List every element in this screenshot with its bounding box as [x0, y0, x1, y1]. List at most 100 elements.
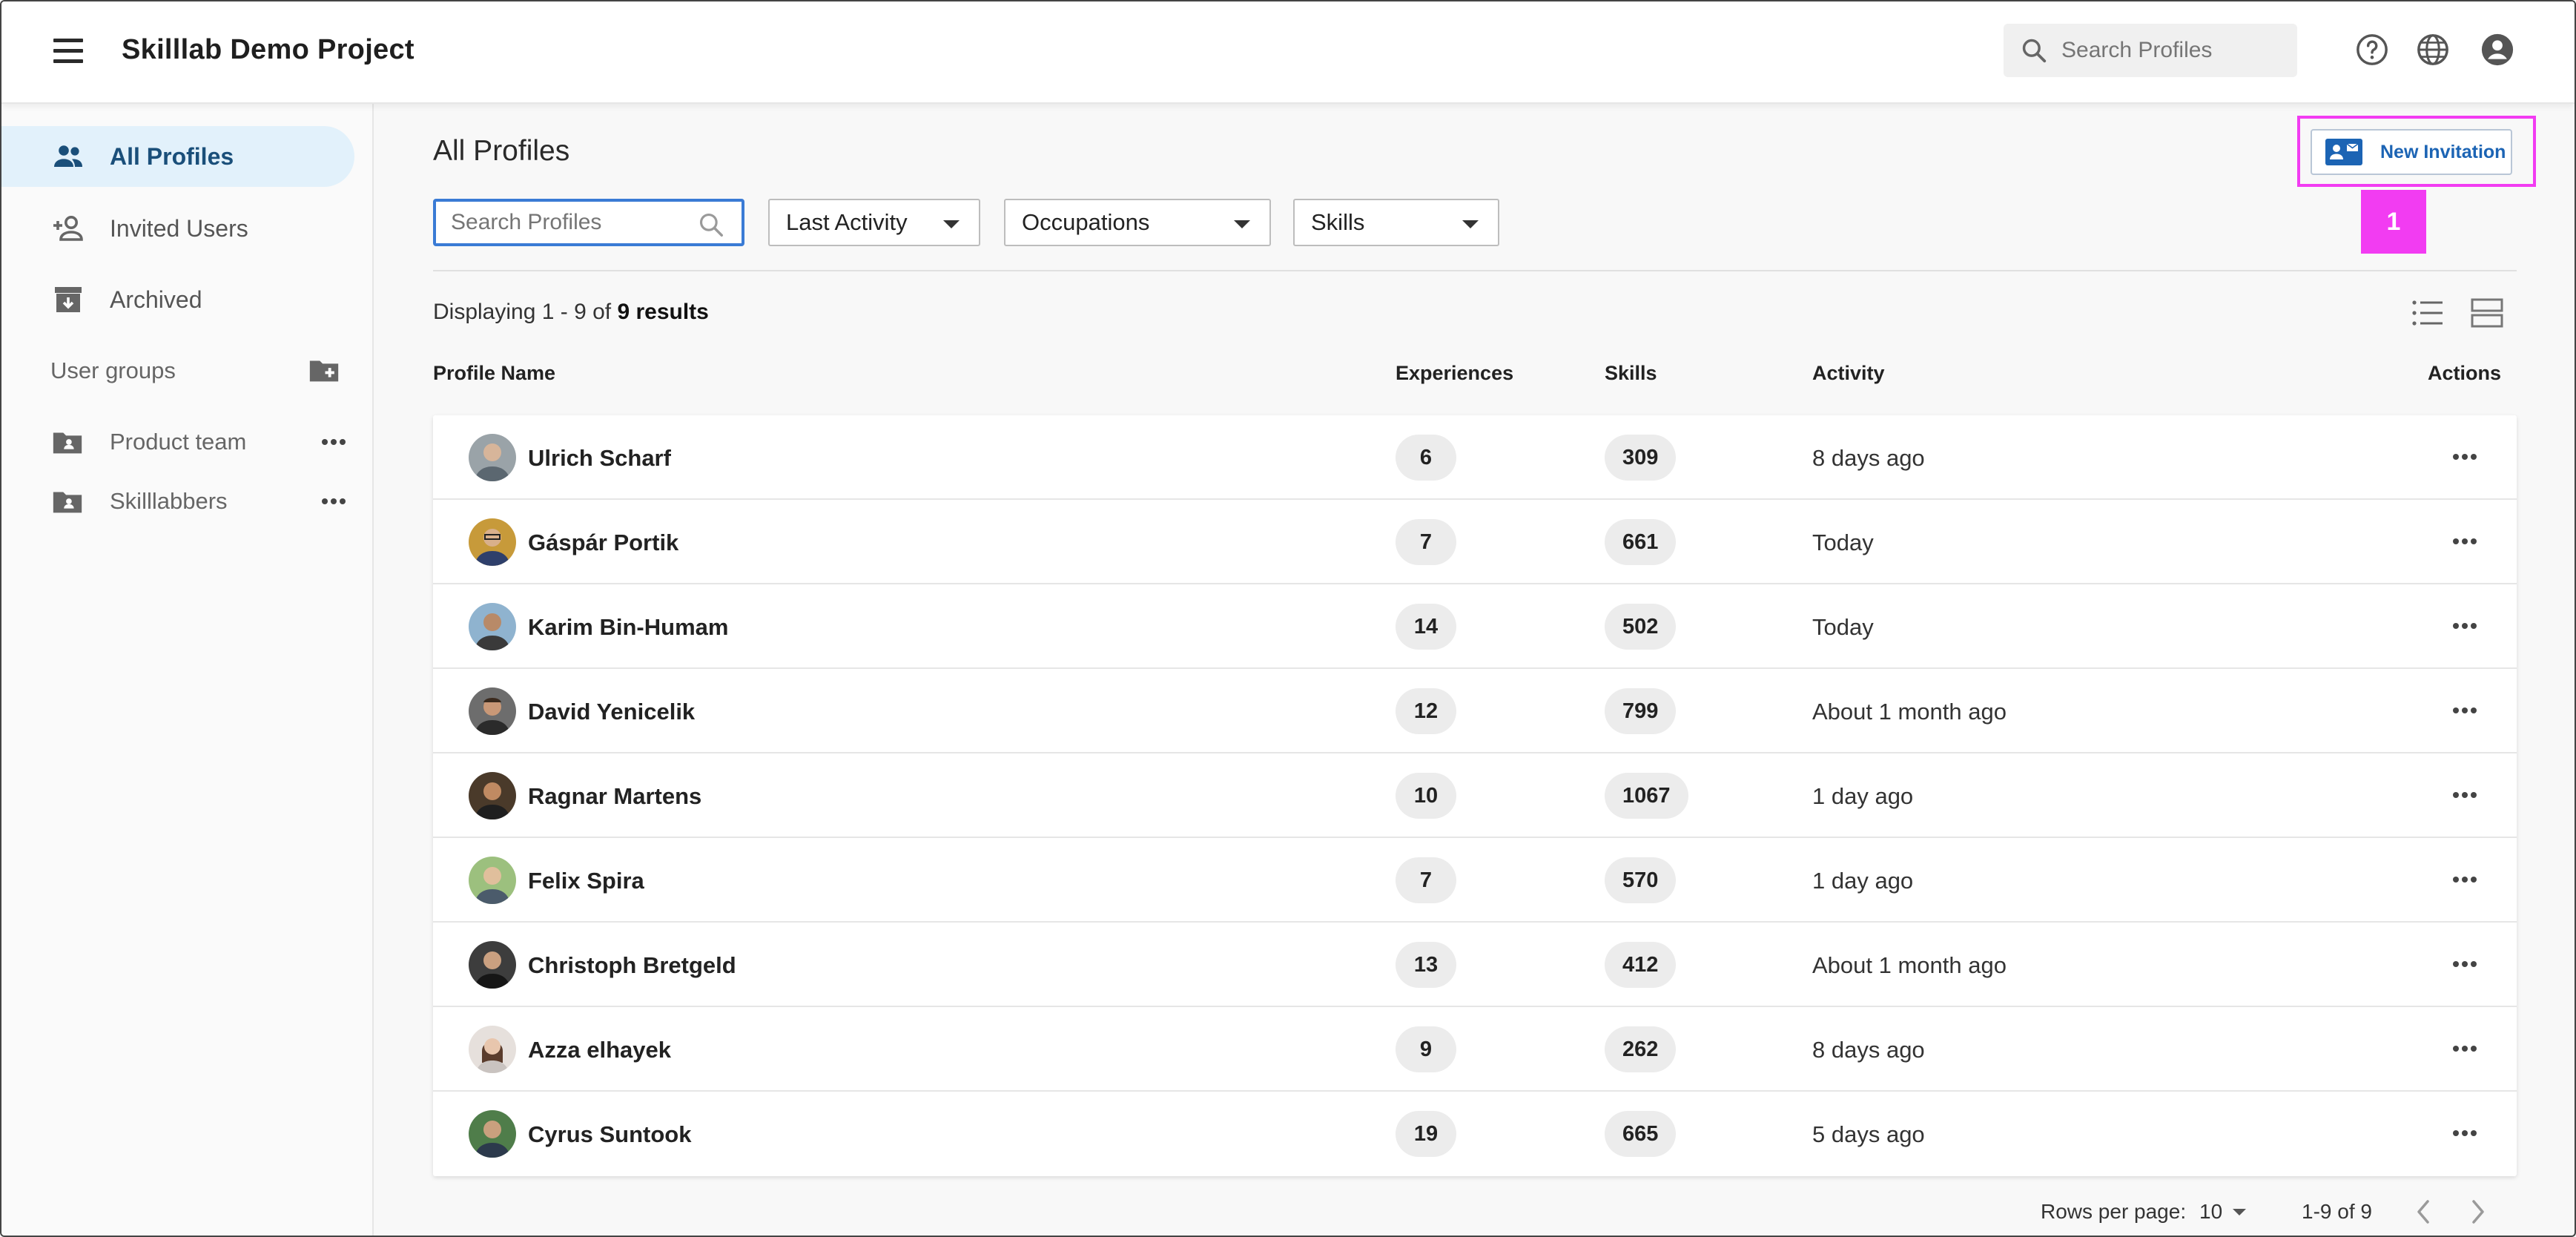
table-row[interactable]: Karim Bin-Humam 14 502 Today: [433, 584, 2517, 669]
profile-name[interactable]: Christoph Bretgeld: [528, 952, 736, 979]
profiles-table: Ulrich Scharf 6 309 8 days ago Gáspár Po…: [433, 415, 2517, 1176]
table-row[interactable]: Felix Spira 7 570 1 day ago: [433, 838, 2517, 923]
last-activity: Today: [1812, 530, 1874, 555]
profile-search-input[interactable]: [451, 210, 688, 235]
sort-dropdown[interactable]: Last Activity: [768, 199, 980, 246]
profile-name[interactable]: Felix Spira: [528, 868, 644, 894]
skills-count: 412: [1605, 942, 1677, 988]
last-activity: 1 day ago: [1812, 783, 1914, 809]
experiences-count: 7: [1396, 519, 1456, 565]
top-app-bar: Skilllab Demo Project: [1, 1, 2575, 104]
chevron-down-icon: [1462, 220, 1479, 228]
table-row[interactable]: Cyrus Suntook 19 665 5 days ago: [433, 1092, 2517, 1176]
profile-name[interactable]: Gáspár Portik: [528, 530, 678, 556]
last-activity: 8 days ago: [1812, 1037, 1925, 1063]
group-item-product-team[interactable]: Product team: [50, 420, 347, 464]
table-row[interactable]: Ulrich Scharf 6 309 8 days ago: [433, 415, 2517, 500]
column-header-profile-name[interactable]: Profile Name: [433, 362, 555, 385]
more-horizontal-icon[interactable]: [2451, 1043, 2478, 1055]
rows-per-page-label: Rows per page:: [2041, 1200, 2187, 1223]
account-circle-icon[interactable]: [2480, 33, 2514, 67]
results-count: 9 results: [617, 300, 709, 324]
search-icon: [2022, 39, 2047, 63]
skills-dropdown-value: Skills: [1311, 209, 1365, 235]
profile-name[interactable]: Azza elhayek: [528, 1037, 671, 1063]
folder-shared-icon: [53, 492, 82, 513]
skills-count: 570: [1605, 857, 1677, 903]
last-activity: About 1 month ago: [1812, 699, 2007, 725]
app-window: Skilllab Demo Project All Profiles Invit…: [0, 0, 2576, 1237]
card-view-icon[interactable]: [2471, 298, 2503, 328]
new-invitation-button[interactable]: New Invitation: [2311, 129, 2512, 175]
table-row[interactable]: David Yenicelik 12 799 About 1 month ago: [433, 669, 2517, 753]
help-icon[interactable]: [2355, 33, 2389, 67]
skills-count: 799: [1605, 688, 1677, 734]
search-icon: [699, 213, 723, 237]
avatar: [469, 603, 516, 650]
group-item-skilllabbers[interactable]: Skilllabbers: [50, 479, 347, 524]
profile-name[interactable]: Ragnar Martens: [528, 783, 701, 810]
new-invitation-label: New Invitation: [2380, 141, 2506, 162]
archive-icon: [55, 287, 82, 312]
skills-count: 1067: [1605, 773, 1688, 819]
more-horizontal-icon[interactable]: [320, 495, 347, 507]
rows-per-page-select[interactable]: 10: [2199, 1197, 2257, 1227]
results-prefix: Displaying 1 - 9 of: [433, 300, 618, 324]
table-row[interactable]: Gáspár Portik 7 661 Today: [433, 500, 2517, 584]
last-activity: About 1 month ago: [1812, 952, 2007, 978]
column-header-activity[interactable]: Activity: [1812, 362, 1885, 385]
avatar: [469, 687, 516, 735]
column-header-actions: Actions: [2428, 362, 2502, 384]
callout-marker: 1: [2361, 190, 2426, 254]
skills-count: 309: [1605, 435, 1677, 481]
profile-name[interactable]: Cyrus Suntook: [528, 1121, 691, 1148]
more-horizontal-icon[interactable]: [2451, 1127, 2478, 1139]
last-activity: 8 days ago: [1812, 445, 1925, 471]
profile-name[interactable]: Ulrich Scharf: [528, 445, 671, 472]
main-content: All Profiles Last Activity Occupations S…: [374, 104, 2575, 1236]
experiences-count: 13: [1396, 942, 1456, 988]
sidebar-item-label: All Profiles: [110, 142, 234, 170]
global-search[interactable]: [2004, 24, 2297, 77]
more-horizontal-icon[interactable]: [2451, 620, 2478, 632]
avatar: [469, 1110, 516, 1158]
profile-name[interactable]: David Yenicelik: [528, 699, 695, 725]
sidebar-item-label: Invited Users: [110, 214, 248, 242]
profile-search[interactable]: [433, 199, 744, 246]
sidebar-item-invited-users[interactable]: Invited Users: [1, 198, 354, 259]
hamburger-menu-icon[interactable]: [53, 39, 83, 64]
experiences-count: 14: [1396, 604, 1456, 650]
add-group-icon[interactable]: [307, 353, 341, 387]
chevron-down-icon: [1234, 220, 1250, 228]
global-search-input[interactable]: [2061, 38, 2284, 63]
more-horizontal-icon[interactable]: [320, 436, 347, 448]
more-horizontal-icon[interactable]: [2451, 451, 2478, 463]
chevron-left-icon[interactable]: [2413, 1195, 2435, 1228]
results-summary: Displaying 1 - 9 of 9 results: [433, 300, 709, 325]
last-activity: 1 day ago: [1812, 868, 1914, 894]
chevron-down-icon: [2233, 1208, 2247, 1215]
table-row[interactable]: Christoph Bretgeld 13 412 About 1 month …: [433, 923, 2517, 1007]
sidebar-item-all-profiles[interactable]: All Profiles: [1, 126, 354, 187]
skills-dropdown[interactable]: Skills: [1293, 199, 1499, 246]
table-row[interactable]: Ragnar Martens 10 1067 1 day ago: [433, 753, 2517, 838]
more-horizontal-icon[interactable]: [2451, 789, 2478, 801]
sidebar-item-archived[interactable]: Archived: [1, 269, 354, 330]
more-horizontal-icon[interactable]: [2451, 705, 2478, 716]
pagination-range: 1-9 of 9: [2302, 1200, 2372, 1223]
column-header-experiences[interactable]: Experiences: [1396, 362, 1513, 385]
profile-name[interactable]: Karim Bin-Humam: [528, 614, 728, 641]
sidebar: All Profiles Invited Users Archived User…: [1, 104, 374, 1236]
more-horizontal-icon[interactable]: [2451, 874, 2478, 885]
chevron-right-icon[interactable]: [2466, 1195, 2489, 1228]
list-view-icon[interactable]: [2411, 298, 2444, 328]
occupations-dropdown[interactable]: Occupations: [1004, 199, 1271, 246]
more-horizontal-icon[interactable]: [2451, 958, 2478, 970]
skills-count: 665: [1605, 1111, 1677, 1157]
experiences-count: 7: [1396, 857, 1456, 903]
more-horizontal-icon[interactable]: [2451, 535, 2478, 547]
column-header-skills[interactable]: Skills: [1605, 362, 1657, 385]
group-label: Product team: [110, 429, 247, 455]
table-row[interactable]: Azza elhayek 9 262 8 days ago: [433, 1007, 2517, 1092]
globe-icon[interactable]: [2416, 33, 2450, 67]
